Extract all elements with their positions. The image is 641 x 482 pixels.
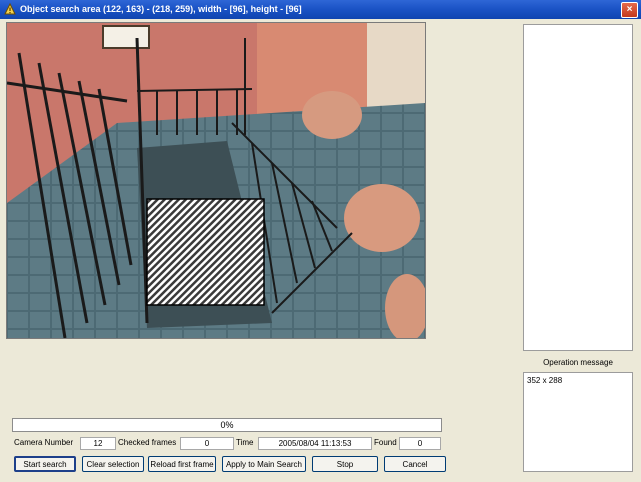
app-icon [4,3,16,15]
checked-frames-label: Checked frames [118,438,177,447]
search-area-selection[interactable] [146,198,265,306]
reload-first-frame-button[interactable]: Reload first frame [148,456,216,472]
camera-number-label: Camera Number [14,438,74,447]
search-progress-bar: 0% [12,418,442,432]
progress-label: 0% [220,420,234,430]
operation-message-text: 352 x 288 [527,376,563,385]
result-list-panel[interactable] [523,24,633,351]
start-search-button[interactable]: Start search [14,456,76,472]
cancel-button[interactable]: Cancel [384,456,446,472]
found-value: 0 [399,437,441,450]
camera-number-value: 12 [80,437,116,450]
apply-to-main-search-button[interactable]: Apply to Main Search [222,456,306,472]
title-bar[interactable]: Object search area (122, 163) - (218, 25… [0,0,641,19]
found-label: Found [374,438,397,447]
time-label: Time [236,438,254,447]
operation-message-box: 352 x 288 [523,372,633,472]
stop-button[interactable]: Stop [312,456,378,472]
search-info-row: Camera Number 12 Checked frames 0 Time 2… [14,437,444,450]
time-value: 2005/08/04 11:13:53 [258,437,372,450]
operation-message-label: Operation message [543,358,613,367]
window-title: Object search area (122, 163) - (218, 25… [20,4,302,14]
checked-frames-value: 0 [180,437,234,450]
camera-frame-image [7,23,425,338]
clear-selection-button[interactable]: Clear selection [82,456,144,472]
close-icon[interactable]: × [621,2,638,18]
camera-image-viewer[interactable] [6,22,426,339]
object-search-window: Object search area (122, 163) - (218, 25… [0,0,641,482]
